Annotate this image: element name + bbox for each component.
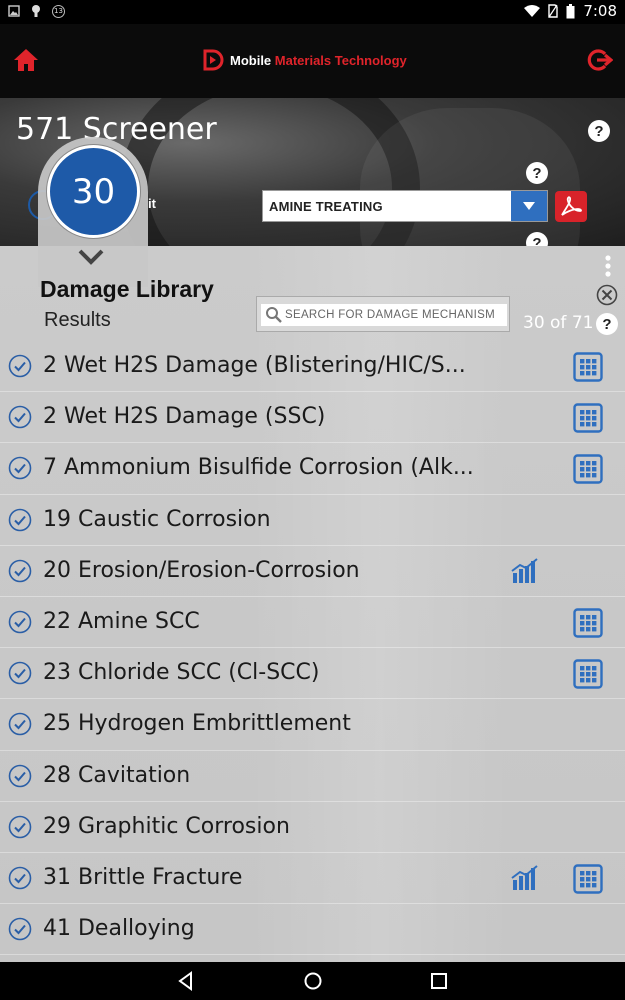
list-item[interactable]: 2 Wet H2S Damage (SSC) xyxy=(0,392,625,444)
list-item[interactable]: 19 Caustic Corrosion xyxy=(0,495,625,546)
list-item[interactable]: 41 Dealloying xyxy=(0,904,625,956)
brand: Mobile Materials Technology xyxy=(202,49,407,71)
back-icon[interactable] xyxy=(176,971,196,991)
brand-logo-icon xyxy=(203,49,224,71)
status-bar: 13 7:08 xyxy=(0,0,625,24)
check-circle-icon[interactable] xyxy=(8,405,32,429)
logout-icon xyxy=(587,49,614,71)
check-circle-icon[interactable] xyxy=(8,610,32,634)
results-help-icon[interactable]: ? xyxy=(596,313,618,335)
list-item[interactable]: 25 Hydrogen Embrittlement xyxy=(0,699,625,751)
app-header: Mobile Materials Technology xyxy=(0,24,625,98)
chevron-down-icon[interactable] xyxy=(78,248,104,266)
status-clock: 7:08 xyxy=(583,2,617,20)
list-item-label: 7 Ammonium Bisulfide Corrosion (Alk... xyxy=(43,455,474,481)
search-field[interactable] xyxy=(261,304,507,326)
help-icon[interactable]: ? xyxy=(588,120,610,142)
check-circle-icon[interactable] xyxy=(8,661,32,685)
list-item[interactable]: 28 Cavitation xyxy=(0,751,625,802)
check-circle-icon[interactable] xyxy=(8,764,32,788)
count-value: 30 xyxy=(71,171,116,212)
list-item-label: 2 Wet H2S Damage (SSC) xyxy=(43,404,326,430)
brand-accent: Materials Technology xyxy=(274,52,407,68)
check-circle-icon[interactable] xyxy=(8,917,32,941)
pdf-icon xyxy=(561,195,582,216)
partial-label: it xyxy=(148,196,156,211)
brand-name: Mobile Materials Technology xyxy=(230,53,407,68)
library-title: Damage Library xyxy=(40,276,214,302)
list-item-label: 29 Graphitic Corrosion xyxy=(43,813,290,839)
check-circle-icon[interactable] xyxy=(8,456,32,480)
recents-icon[interactable] xyxy=(430,972,448,990)
list-item-label: 31 Brittle Fracture xyxy=(43,864,243,890)
check-circle-icon[interactable] xyxy=(8,559,32,583)
home-circle-icon[interactable] xyxy=(303,971,323,991)
results-list: 2 Wet H2S Damage (Blistering/HIC/S... 2 W… xyxy=(0,341,625,956)
check-circle-icon[interactable] xyxy=(8,508,32,532)
brand-prefix: Mobile xyxy=(230,52,275,68)
grid-icon[interactable] xyxy=(573,608,603,638)
unit-help-icon[interactable]: ? xyxy=(526,162,548,184)
list-item[interactable]: 29 Graphitic Corrosion xyxy=(0,802,625,853)
list-item-label: 2 Wet H2S Damage (Blistering/HIC/S... xyxy=(43,353,466,378)
chart-icon[interactable] xyxy=(510,557,540,587)
hero-background-highlight xyxy=(360,108,580,248)
navigation-bar xyxy=(0,962,625,1000)
no-sim-icon xyxy=(548,4,559,18)
list-item-label: 28 Cavitation xyxy=(43,762,191,788)
overflow-menu-icon[interactable] xyxy=(600,254,616,278)
grid-icon[interactable] xyxy=(573,864,603,894)
list-item-label: 19 Caustic Corrosion xyxy=(43,506,271,532)
home-icon xyxy=(14,49,38,71)
list-item[interactable]: 20 Erosion/Erosion-Corrosion xyxy=(0,546,625,597)
search-icon xyxy=(266,307,282,323)
image-icon xyxy=(8,5,20,17)
list-item[interactable]: 7 Ammonium Bisulfide Corrosion (Alk... xyxy=(0,443,625,495)
results-count: 30 of 71 xyxy=(523,313,594,333)
check-circle-icon[interactable] xyxy=(8,866,32,890)
grid-icon[interactable] xyxy=(573,659,603,689)
chart-icon[interactable] xyxy=(510,864,540,894)
notification-badge-icon: 13 xyxy=(52,4,65,18)
check-circle-icon[interactable] xyxy=(8,354,32,378)
search-box xyxy=(256,296,510,332)
search-input[interactable] xyxy=(285,306,505,324)
grid-icon[interactable] xyxy=(573,352,603,382)
unit-select[interactable]: AMINE TREATING xyxy=(262,190,548,222)
status-bar-right: 7:08 xyxy=(524,2,617,20)
list-item-label: 41 Dealloying xyxy=(43,916,195,942)
list-item[interactable]: 22 Amine SCC xyxy=(0,597,625,649)
logout-button[interactable] xyxy=(585,46,614,74)
list-item-label: 22 Amine SCC xyxy=(43,608,200,634)
list-item[interactable]: 23 Chloride SCC (Cl-SCC) xyxy=(0,648,625,700)
list-item-label: 20 Erosion/Erosion-Corrosion xyxy=(43,557,360,583)
status-bar-left: 13 xyxy=(8,4,65,18)
list-item[interactable]: 2 Wet H2S Damage (Blistering/HIC/S... xyxy=(0,341,625,393)
close-icon[interactable] xyxy=(596,284,618,306)
list-item-label: 25 Hydrogen Embrittlement xyxy=(43,711,351,737)
dropdown-arrow[interactable] xyxy=(511,191,547,221)
home-button[interactable] xyxy=(12,46,40,74)
battery-icon xyxy=(566,3,575,18)
library-subtitle: Results xyxy=(44,309,111,331)
check-circle-icon[interactable] xyxy=(8,815,32,839)
grid-icon[interactable] xyxy=(573,454,603,485)
grid-icon[interactable] xyxy=(573,403,603,433)
unit-select-value: AMINE TREATING xyxy=(269,199,383,214)
pdf-button[interactable] xyxy=(555,191,587,222)
list-item[interactable]: 31 Brittle Fracture xyxy=(0,853,625,905)
list-item-label: 23 Chloride SCC (Cl-SCC) xyxy=(43,660,320,686)
caret-down-icon xyxy=(523,202,535,210)
wifi-icon xyxy=(524,4,541,17)
check-circle-icon[interactable] xyxy=(8,712,32,736)
android-icon xyxy=(32,5,40,17)
count-badge: 30 xyxy=(47,145,140,238)
